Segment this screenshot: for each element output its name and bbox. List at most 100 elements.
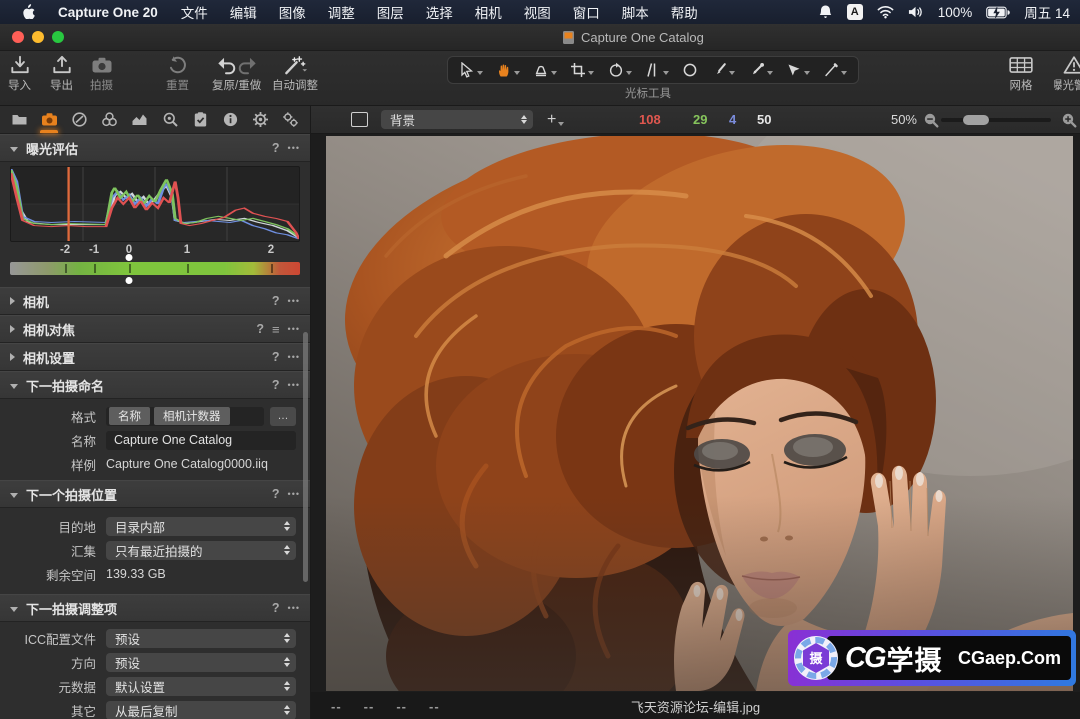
help-icon[interactable]: ? — [272, 141, 280, 155]
menu-script[interactable]: 脚本 — [611, 2, 660, 22]
select-value: 默认设置 — [115, 677, 165, 696]
more-menu-icon[interactable]: ••• — [288, 143, 300, 153]
icc-profile-select[interactable]: 预设 — [106, 629, 296, 648]
erase-mask-tool[interactable] — [823, 62, 847, 78]
tab-metadata[interactable] — [187, 106, 213, 133]
exposure-slider-thumb[interactable] — [125, 277, 132, 284]
list-menu-icon[interactable]: ≡ — [272, 322, 280, 337]
minimize-button[interactable] — [32, 31, 44, 43]
panel-header-camera[interactable]: 相机 ? ••• — [0, 287, 310, 315]
name-input[interactable]: Capture One Catalog — [106, 431, 296, 450]
menu-view[interactable]: 视图 — [513, 2, 562, 22]
destination-select[interactable]: 目录内部 — [106, 517, 296, 536]
more-menu-icon[interactable]: ••• — [288, 352, 300, 362]
help-icon[interactable]: ? — [256, 322, 264, 336]
layer-select[interactable]: 背景 — [381, 110, 533, 129]
tab-info[interactable] — [217, 106, 243, 133]
grid-button[interactable]: 网格 — [1008, 55, 1034, 93]
menu-image[interactable]: 图像 — [268, 2, 317, 22]
panel-header-next-capture-location[interactable]: 下一个拍摄位置 ? ••• — [0, 480, 310, 508]
notification-bell-icon[interactable] — [818, 4, 833, 20]
token-name[interactable]: 名称 — [109, 407, 150, 425]
panel-header-exposure-evaluation[interactable]: 曝光评估 ? ••• — [0, 134, 310, 162]
zoom-slider-thumb[interactable] — [963, 115, 989, 125]
panel-header-camera-focus[interactable]: 相机对焦 ? ≡ ••• — [0, 315, 310, 343]
rotate-tool[interactable] — [608, 62, 632, 78]
draw-mask-tool[interactable] — [711, 62, 735, 78]
row-label: 其它 — [0, 701, 106, 719]
tab-exposure[interactable] — [127, 106, 153, 133]
add-layer-button[interactable]: + — [547, 106, 564, 133]
select-tool[interactable] — [459, 62, 483, 78]
tab-library[interactable] — [6, 106, 32, 133]
tab-details[interactable] — [157, 106, 183, 133]
exposure-warning-button[interactable]: 曝光警告 — [1054, 55, 1080, 93]
primary-view-button[interactable] — [351, 106, 368, 133]
app-menu[interactable]: Capture One 20 — [46, 5, 170, 20]
zoom-button[interactable] — [52, 31, 64, 43]
more-menu-icon[interactable]: ••• — [288, 380, 300, 390]
panel-header-next-capture-adjustments[interactable]: 下一拍摄调整项 ? ••• — [0, 594, 310, 622]
tab-settings[interactable] — [248, 106, 274, 133]
export-button[interactable]: 导出 — [50, 55, 73, 93]
other-select[interactable]: 从最后复制 — [106, 701, 296, 719]
format-more-button[interactable]: … — [270, 407, 296, 426]
panel-header-next-capture-naming[interactable]: 下一拍摄命名 ? ••• — [0, 371, 310, 399]
tab-lens[interactable] — [66, 106, 92, 133]
sample-value: Capture One Catalog0000.iiq — [106, 457, 268, 471]
zoom-out-button[interactable] — [923, 106, 939, 133]
wifi-icon[interactable] — [877, 5, 894, 19]
zoom-slider[interactable] — [941, 118, 1051, 122]
help-icon[interactable]: ? — [272, 601, 280, 615]
menu-clock[interactable]: 周五 14 — [1024, 2, 1070, 22]
exposure-meter[interactable] — [10, 262, 300, 275]
pan-hand-tool[interactable] — [496, 62, 520, 78]
menu-camera[interactable]: 相机 — [464, 2, 513, 22]
photo-image[interactable] — [326, 136, 1073, 691]
panel-title: 相机对焦 — [23, 320, 75, 339]
loupe-tool[interactable] — [533, 62, 557, 78]
token-camera-counter[interactable]: 相机计数器 — [154, 407, 230, 425]
help-icon[interactable]: ? — [272, 294, 280, 308]
watermark-logo: 摄 — [793, 635, 839, 681]
undo-redo-button[interactable]: 复原/重做 — [212, 55, 261, 93]
import-button[interactable]: 导入 — [8, 55, 31, 93]
color-picker-tool[interactable] — [749, 62, 773, 78]
more-menu-icon[interactable]: ••• — [288, 489, 300, 499]
auto-adjust-button[interactable]: 自动调整 — [272, 55, 318, 93]
menu-help[interactable]: 帮助 — [660, 2, 709, 22]
spot-removal-tool[interactable] — [682, 62, 698, 78]
tab-color[interactable] — [97, 106, 123, 133]
menu-edit[interactable]: 编辑 — [219, 2, 268, 22]
menu-file[interactable]: 文件 — [170, 2, 219, 22]
menu-window[interactable]: 窗口 — [562, 2, 611, 22]
format-token-field[interactable]: 名称 相机计数器 — [106, 407, 264, 426]
help-icon[interactable]: ? — [272, 350, 280, 364]
help-icon[interactable]: ? — [272, 378, 280, 392]
orientation-select[interactable]: 预设 — [106, 653, 296, 672]
sidebar-scrollbar[interactable] — [303, 332, 308, 582]
more-menu-icon[interactable]: ••• — [288, 603, 300, 613]
gradient-mask-tool[interactable] — [786, 62, 810, 78]
help-icon[interactable]: ? — [272, 487, 280, 501]
multi-view-button[interactable] — [321, 111, 339, 129]
apple-menu[interactable] — [10, 3, 46, 22]
menu-layer[interactable]: 图层 — [366, 2, 415, 22]
metadata-select[interactable]: 默认设置 — [106, 677, 296, 696]
panel-header-camera-settings[interactable]: 相机设置 ? ••• — [0, 343, 310, 371]
tab-process[interactable] — [278, 106, 304, 133]
straighten-tool[interactable] — [645, 62, 669, 78]
tab-capture[interactable] — [36, 106, 62, 133]
reset-button[interactable]: 重置 — [166, 55, 189, 93]
more-menu-icon[interactable]: ••• — [288, 324, 300, 334]
zoom-in-button[interactable] — [1061, 106, 1077, 133]
more-menu-icon[interactable]: ••• — [288, 296, 300, 306]
capture-button[interactable]: 拍摄 — [90, 55, 113, 93]
crop-tool[interactable] — [570, 62, 594, 78]
collection-select[interactable]: 只有最近拍摄的 — [106, 541, 296, 560]
close-button[interactable] — [12, 31, 24, 43]
volume-icon[interactable] — [908, 5, 924, 19]
menu-select[interactable]: 选择 — [415, 2, 464, 22]
menu-adjust[interactable]: 调整 — [317, 2, 366, 22]
input-source-icon[interactable]: A — [847, 4, 863, 20]
